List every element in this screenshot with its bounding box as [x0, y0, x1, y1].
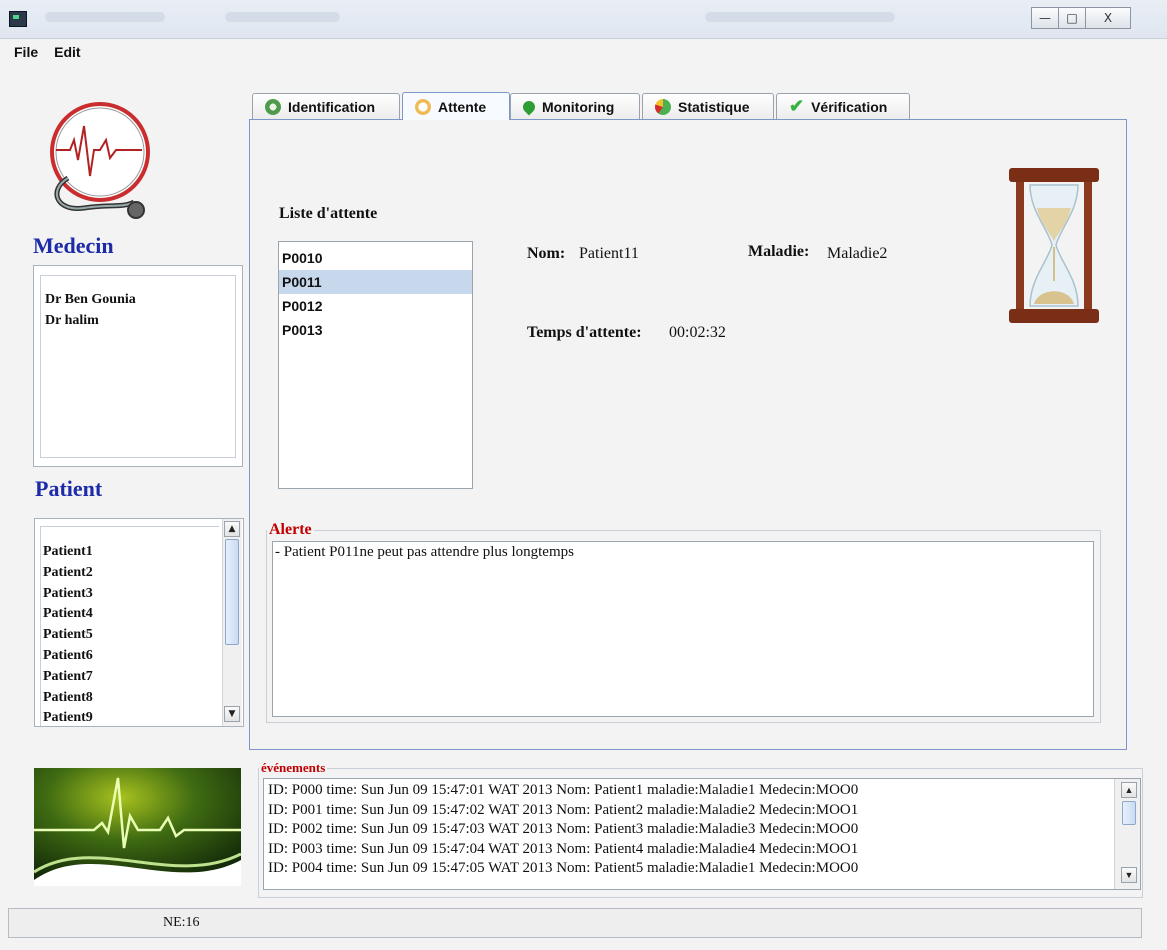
- location-pin-icon: [520, 98, 538, 115]
- waiting-list-item[interactable]: P0010: [279, 246, 472, 270]
- event-line: ID: P001 time: Sun Jun 09 15:47:02 WAT 2…: [268, 801, 859, 818]
- patient-item[interactable]: Patient1: [43, 542, 93, 563]
- status-text: NE:16: [163, 915, 200, 930]
- waiting-list-title: Liste d'attente: [279, 205, 378, 222]
- tab-label: Vérification: [811, 98, 888, 115]
- menu-file[interactable]: File: [14, 44, 38, 60]
- nom-value: Patient11: [579, 245, 639, 262]
- patient-item[interactable]: Patient5: [43, 625, 93, 646]
- waiting-list: P0010 P0011 P0012 P0013: [278, 241, 473, 489]
- alerte-title: Alerte: [269, 521, 312, 538]
- alerte-textarea[interactable]: - Patient P011ne peut pas attendre plus …: [272, 541, 1094, 717]
- patient-list-inner: Patient1 Patient2 Patient3 Patient4 Pati…: [40, 526, 219, 726]
- waiting-list-item[interactable]: P0012: [279, 294, 472, 318]
- stethoscope-logo-icon: [38, 90, 158, 225]
- tab-label: Statistique: [678, 98, 750, 115]
- close-icon: X: [1103, 11, 1113, 25]
- patient-list: Patient1 Patient2 Patient3 Patient4 Pati…: [34, 518, 244, 727]
- maximize-icon: □: [1066, 11, 1078, 25]
- title-bar: [0, 0, 1167, 39]
- checkmark-icon: ✔: [789, 96, 805, 116]
- waiting-list-item[interactable]: P0013: [279, 318, 472, 342]
- ecg-banner-image: [33, 768, 242, 886]
- window-title-blur: [705, 12, 895, 22]
- patient-title: Patient: [35, 476, 103, 501]
- event-line: ID: P000 time: Sun Jun 09 15:47:01 WAT 2…: [268, 782, 859, 798]
- patient-scrollbar[interactable]: ▲ ▼: [222, 519, 242, 726]
- menu-bar: File Edit: [14, 40, 81, 64]
- medecin-title: Medecin: [33, 233, 114, 258]
- patient-item[interactable]: Patient8: [43, 688, 93, 709]
- tab-label: Identification: [288, 98, 376, 115]
- patient-item[interactable]: Patient7: [43, 667, 93, 688]
- menu-edit[interactable]: Edit: [54, 44, 80, 60]
- event-line: ID: P003 time: Sun Jun 09 15:47:04 WAT 2…: [268, 840, 859, 857]
- hourglass-icon: [1004, 163, 1104, 328]
- medecin-list-inner: Dr Ben Gounia Dr halim: [40, 275, 236, 458]
- events-lines: ID: P000 time: Sun Jun 09 15:47:01 WAT 2…: [268, 781, 858, 879]
- alerte-text: - Patient P011ne peut pas attendre plus …: [275, 544, 574, 560]
- events-textarea[interactable]: ID: P000 time: Sun Jun 09 15:47:01 WAT 2…: [263, 778, 1141, 890]
- patient-item[interactable]: Patient3: [43, 584, 93, 605]
- window-title-blur: [45, 12, 165, 22]
- close-button[interactable]: X: [1085, 7, 1131, 29]
- temps-attente-label: Temps d'attente:: [527, 324, 642, 341]
- maladie-label: Maladie:: [748, 243, 810, 260]
- tab-label: Monitoring: [542, 98, 615, 115]
- temps-attente-value: 00:02:32: [669, 324, 726, 341]
- fingerprint-icon: [265, 98, 281, 115]
- tab-monitoring[interactable]: Monitoring: [510, 93, 640, 119]
- patient-item[interactable]: Patient6: [43, 646, 93, 667]
- events-scrollbar[interactable]: ▲ ▼: [1114, 779, 1140, 889]
- nom-label: Nom:: [527, 245, 566, 262]
- minimize-button[interactable]: —: [1031, 7, 1059, 29]
- minimize-icon: —: [1039, 11, 1051, 25]
- scroll-down-icon[interactable]: ▼: [1121, 867, 1137, 883]
- scroll-thumb[interactable]: [1122, 801, 1136, 825]
- event-line: ID: P004 time: Sun Jun 09 15:47:05 WAT 2…: [268, 860, 859, 877]
- tab-verification[interactable]: ✔ Vérification: [776, 93, 910, 119]
- scroll-up-icon[interactable]: ▲: [224, 521, 240, 537]
- app-icon: [9, 11, 27, 27]
- status-bar: NE:16: [8, 908, 1142, 938]
- tab-attente[interactable]: Attente: [402, 92, 510, 120]
- clock-icon: [415, 98, 431, 115]
- tab-identification[interactable]: Identification: [252, 93, 400, 119]
- maximize-button[interactable]: □: [1058, 7, 1086, 29]
- medecin-item[interactable]: Dr halim: [45, 310, 136, 331]
- waiting-list-item-selected[interactable]: P0011: [279, 270, 472, 294]
- scroll-up-icon[interactable]: ▲: [1121, 782, 1137, 798]
- scroll-thumb[interactable]: [225, 539, 239, 645]
- patient-item[interactable]: Patient4: [43, 604, 93, 625]
- patient-item[interactable]: Patient2: [43, 563, 93, 584]
- tab-label: Attente: [438, 98, 487, 115]
- pie-chart-icon: [655, 98, 671, 115]
- patient-items: Patient1 Patient2 Patient3 Patient4 Pati…: [43, 542, 93, 726]
- maladie-value: Maladie2: [827, 245, 888, 262]
- window-title-blur: [225, 12, 340, 22]
- scroll-down-icon[interactable]: ▼: [224, 706, 240, 722]
- medecin-items: Dr Ben Gounia Dr halim: [45, 289, 136, 331]
- medecin-list: Dr Ben Gounia Dr halim: [33, 265, 243, 467]
- events-title: événements: [261, 760, 326, 775]
- patient-item[interactable]: Patient9: [43, 708, 93, 726]
- event-line: ID: P002 time: Sun Jun 09 15:47:03 WAT 2…: [268, 821, 859, 838]
- tab-statistique[interactable]: Statistique: [642, 93, 774, 119]
- medecin-item[interactable]: Dr Ben Gounia: [45, 289, 136, 310]
